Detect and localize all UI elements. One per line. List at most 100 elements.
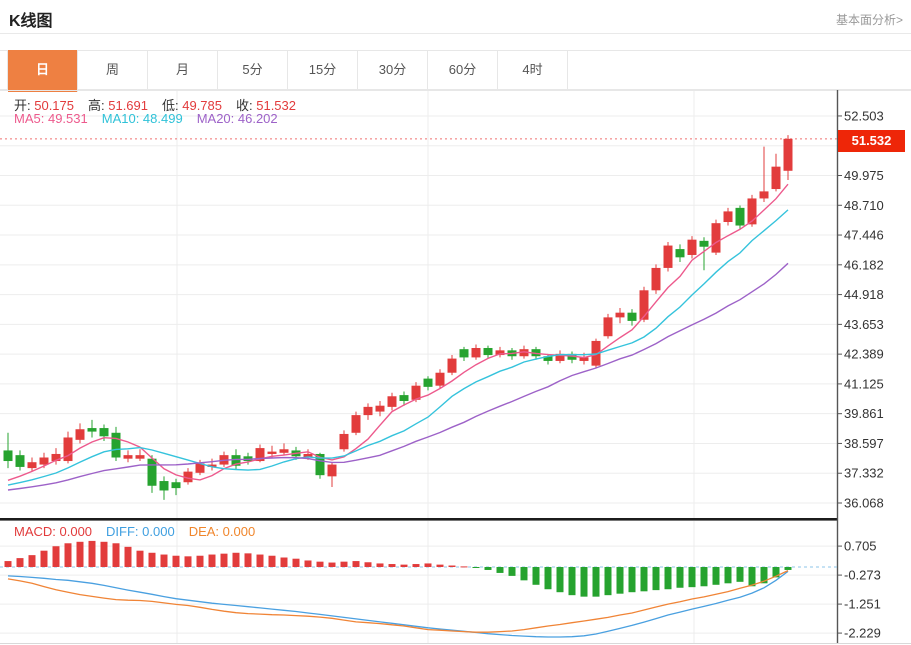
candle-body <box>459 349 469 358</box>
macd-bar <box>40 550 48 567</box>
macd-bar <box>472 567 480 568</box>
macd-bar <box>664 567 672 590</box>
candle-body <box>423 378 433 387</box>
candle-body <box>435 372 445 386</box>
macd-bar <box>748 567 756 587</box>
macd-bar <box>592 567 600 597</box>
candle-body <box>603 317 613 337</box>
axis-label: -1.251 <box>844 597 881 612</box>
macd-bar <box>436 564 444 567</box>
candle-body <box>135 455 145 459</box>
axis-label: 38.597 <box>844 436 884 451</box>
candle-body <box>399 395 409 401</box>
macd-bar <box>724 567 732 584</box>
macd-bars-layer <box>4 540 792 638</box>
candle-body <box>447 358 457 373</box>
macd-bar <box>16 558 24 567</box>
axis-label: 39.861 <box>844 406 884 421</box>
candle-body <box>171 482 181 489</box>
candle-body <box>759 191 769 199</box>
macd-bar <box>160 554 168 567</box>
macd-bar <box>496 567 504 573</box>
candle-body <box>375 405 385 412</box>
candle-body <box>471 347 481 358</box>
macd-bar <box>508 567 516 576</box>
kline-chart-canvas[interactable]: 52.50351.23949.97548.71047.44646.18244.9… <box>0 0 911 645</box>
ma-lines-layer <box>7 183 789 491</box>
macd-bar <box>400 564 408 567</box>
macd-bar <box>556 567 564 593</box>
macd-bar <box>736 567 744 582</box>
macd-bar <box>196 555 204 567</box>
axis-label: 42.389 <box>844 347 884 362</box>
macd-bar <box>76 541 84 567</box>
macd-bar <box>88 540 96 567</box>
candle-body <box>27 462 37 469</box>
macd-bar <box>616 567 624 594</box>
macd-bar <box>100 541 108 567</box>
macd-bar <box>352 561 360 567</box>
macd-bar <box>208 554 216 567</box>
macd-bar <box>580 567 588 597</box>
candle-body <box>3 450 13 462</box>
axis-label: 37.332 <box>844 466 884 481</box>
macd-bar <box>700 567 708 587</box>
macd-bar <box>184 556 192 567</box>
candle-body <box>783 138 793 171</box>
macd-bar <box>52 546 60 567</box>
candle-body <box>627 312 637 321</box>
macd-bar <box>784 567 792 570</box>
current-price-tag: 51.532 <box>838 130 905 152</box>
axis-label: 41.125 <box>844 376 884 391</box>
candle-body <box>711 223 721 253</box>
candle-body <box>99 428 109 437</box>
candle-body <box>39 457 49 465</box>
axis-label: 43.653 <box>844 317 884 332</box>
candle-body <box>615 312 625 318</box>
candle-body <box>267 451 277 454</box>
candle-body <box>699 240 709 247</box>
candle-body <box>363 406 373 416</box>
macd-bar <box>424 563 432 567</box>
candle-body <box>771 166 781 190</box>
candle-body <box>123 455 133 459</box>
macd-bar <box>460 566 468 568</box>
macd-bar <box>112 543 120 567</box>
macd-bar <box>304 560 312 567</box>
axis-label: -2.229 <box>844 626 881 641</box>
macd-bar <box>172 555 180 567</box>
macd-bar <box>268 555 276 567</box>
macd-bar <box>568 567 576 596</box>
candle-body <box>663 245 673 268</box>
macd-bar <box>544 567 552 590</box>
macd-bar <box>364 562 372 567</box>
candle-body <box>339 433 349 450</box>
macd-bar <box>448 565 456 567</box>
candle-body <box>147 458 157 486</box>
macd-bar <box>28 555 36 567</box>
axis-label: -0.273 <box>844 568 881 583</box>
macd-bar <box>124 546 132 567</box>
macd-bar <box>532 567 540 585</box>
candle-body <box>675 249 685 258</box>
macd-bar <box>244 553 252 567</box>
candle-body <box>651 267 661 291</box>
axis-label: 46.182 <box>844 257 884 272</box>
macd-bar <box>640 567 648 592</box>
macd-bar <box>412 564 420 567</box>
macd-bar <box>316 561 324 567</box>
candle-body <box>723 211 733 223</box>
macd-bar <box>376 563 384 567</box>
candle-body <box>111 432 121 458</box>
macd-bar <box>4 561 12 567</box>
macd-bar <box>64 543 72 567</box>
ma5-line <box>7 183 789 481</box>
axis-label: 47.446 <box>844 228 884 243</box>
macd-bar <box>136 550 144 567</box>
candle-body <box>483 347 493 356</box>
axis-label: 44.918 <box>844 287 884 302</box>
macd-bar <box>604 567 612 596</box>
axis-label: 0.705 <box>844 539 877 554</box>
macd-bar <box>712 567 720 585</box>
macd-bar <box>220 553 228 567</box>
